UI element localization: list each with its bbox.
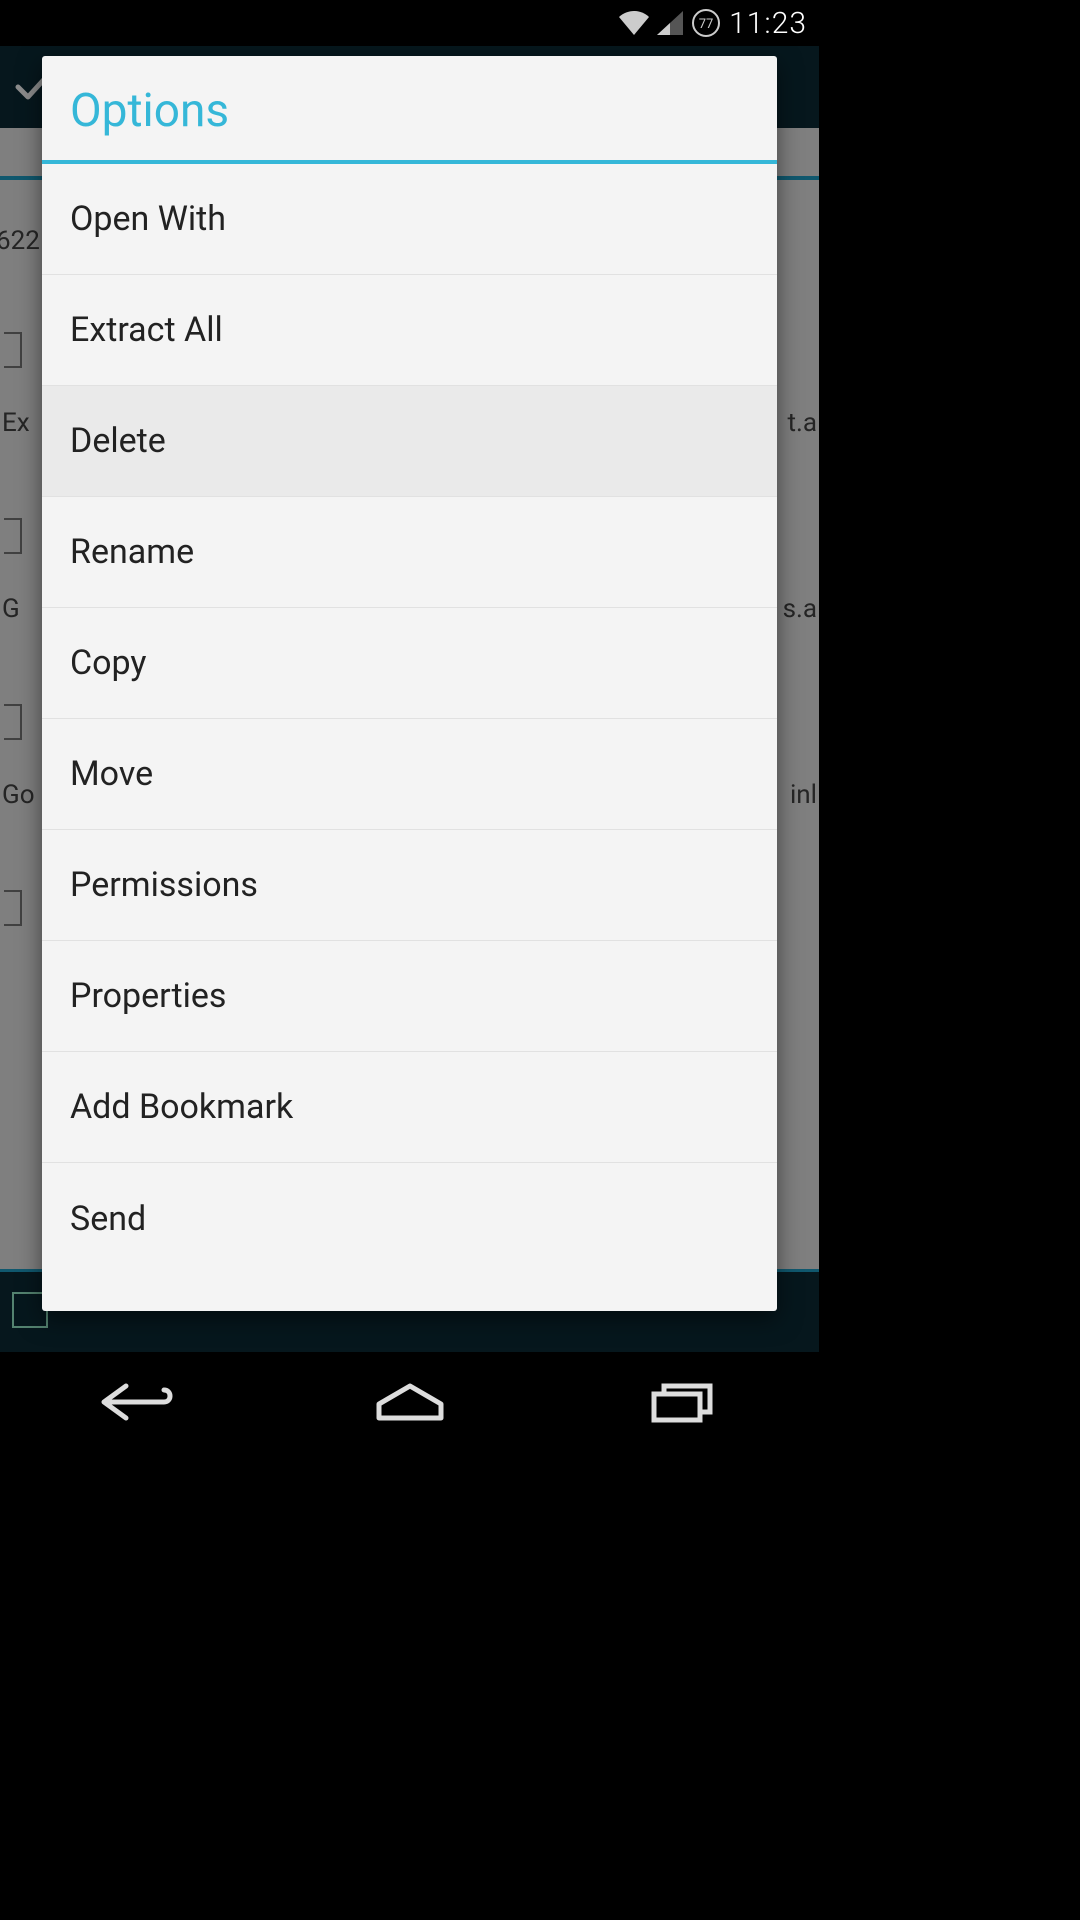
option-send[interactable]: Send: [42, 1163, 777, 1274]
option-label: Copy: [70, 643, 147, 683]
option-label: Add Bookmark: [70, 1087, 293, 1127]
status-clock: 11:23: [729, 6, 807, 41]
option-open-with[interactable]: Open With: [42, 164, 777, 275]
option-label: Open With: [70, 199, 226, 239]
wifi-icon: [619, 11, 649, 35]
option-properties[interactable]: Properties: [42, 941, 777, 1052]
option-label: Properties: [70, 976, 226, 1016]
options-list: Open With Extract All Delete Rename Copy…: [42, 164, 777, 1311]
dialog-header: Options: [42, 56, 777, 160]
option-label: Permissions: [70, 865, 258, 905]
battery-percent-text: 77: [699, 17, 714, 32]
option-label: Extract All: [70, 310, 223, 350]
option-move[interactable]: Move: [42, 719, 777, 830]
option-extract-all[interactable]: Extract All: [42, 275, 777, 386]
status-bar: 77 11:23: [0, 0, 819, 46]
navigation-bar: [0, 1352, 819, 1456]
option-label: Rename: [70, 532, 194, 572]
cell-signal-icon: [657, 11, 683, 35]
option-label: Move: [70, 754, 153, 794]
nav-home-button[interactable]: [350, 1369, 470, 1439]
home-icon: [371, 1380, 449, 1428]
option-permissions[interactable]: Permissions: [42, 830, 777, 941]
option-add-bookmark[interactable]: Add Bookmark: [42, 1052, 777, 1163]
dialog-title: Options: [70, 84, 749, 138]
option-rename[interactable]: Rename: [42, 497, 777, 608]
option-copy[interactable]: Copy: [42, 608, 777, 719]
back-icon: [98, 1380, 176, 1428]
recents-icon: [648, 1380, 718, 1428]
option-label: Send: [70, 1199, 146, 1239]
nav-recents-button[interactable]: [623, 1369, 743, 1439]
option-label: Delete: [70, 421, 166, 461]
battery-indicator-icon: 77: [691, 8, 721, 38]
option-delete[interactable]: Delete: [42, 386, 777, 497]
nav-back-button[interactable]: [77, 1369, 197, 1439]
options-dialog: Options Open With Extract All Delete Ren…: [42, 56, 777, 1311]
